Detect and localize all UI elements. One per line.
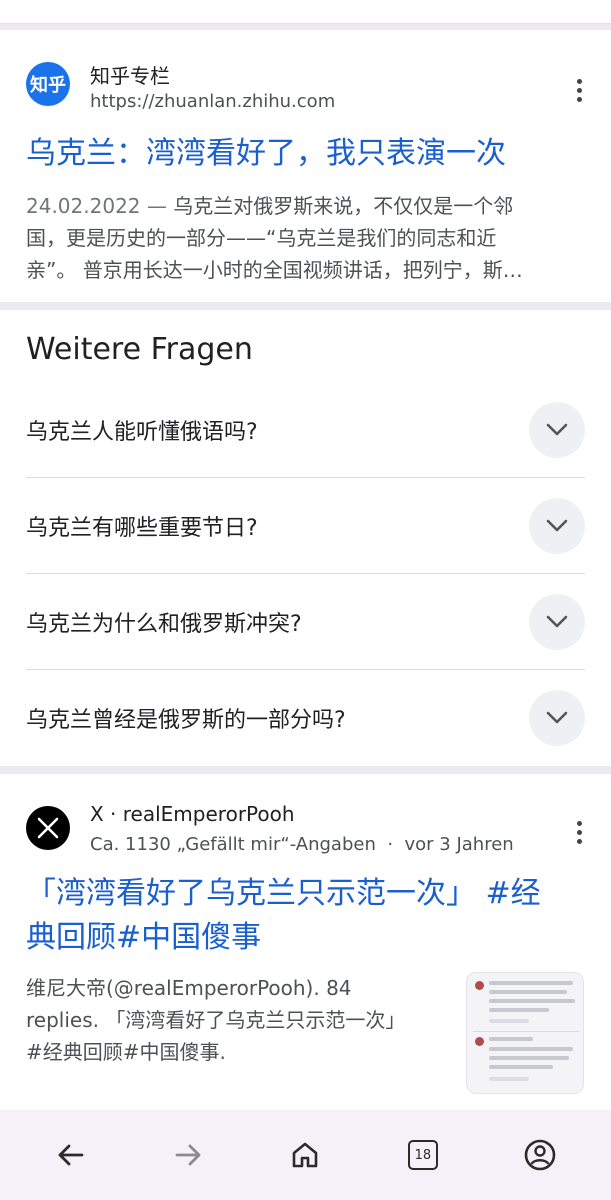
paa-question-text: 乌克兰曾经是俄罗斯的一部分吗?: [26, 708, 346, 733]
back-arrow-icon: [58, 1144, 84, 1166]
account-button[interactable]: [510, 1125, 570, 1185]
paa-question-text: 乌克兰有哪些重要节日?: [26, 516, 258, 541]
title-line-2: 典回顾#中国傻事: [26, 920, 262, 955]
paa-question-2[interactable]: 乌克兰有哪些重要节日?: [0, 478, 611, 574]
result-source-name: X · realEmperorPooh: [90, 802, 295, 826]
snippet-line-2: replies. 「湾湾看好了乌克兰只示范一次」: [26, 1008, 406, 1032]
forward-arrow-icon: [175, 1144, 201, 1166]
section-separator: [0, 766, 611, 774]
result-title-link[interactable]: 乌克兰：湾湾看好了，我只表演一次: [26, 132, 506, 176]
snippet-separator: —: [140, 194, 174, 218]
snippet-line-3: #经典回顾#中国傻事.: [26, 1040, 226, 1064]
result-url[interactable]: https://zhuanlan.zhihu.com: [90, 91, 335, 112]
paa-question-1[interactable]: 乌克兰人能听懂俄语吗?: [0, 382, 611, 478]
snippet-date: 24.02.2022: [26, 194, 141, 218]
result-source-name: 知乎专栏: [90, 64, 170, 88]
title-line-1: 「湾湾看好了乌克兰只示范一次」 #经: [26, 876, 541, 911]
chevron-down-icon: [546, 423, 568, 436]
paa-question-3[interactable]: 乌克兰为什么和俄罗斯冲突?: [0, 574, 611, 670]
zhihu-logo-icon: 知乎: [26, 62, 70, 106]
expand-button[interactable]: [529, 690, 585, 746]
result-title-link[interactable]: 「湾湾看好了乌克兰只示范一次」 #经 典回顾#中国傻事: [26, 872, 586, 960]
people-also-ask-heading: Weitere Fragen: [26, 332, 253, 367]
section-separator: [0, 302, 611, 310]
expand-button[interactable]: [529, 402, 585, 458]
back-button[interactable]: [41, 1125, 101, 1185]
snippet-line-1: 维尼大帝(@realEmperorPooh). 84: [26, 976, 352, 1000]
bottom-navigation-bar: 18: [0, 1110, 611, 1200]
zhihu-logo-text: 知乎: [30, 75, 66, 96]
forward-button[interactable]: [158, 1125, 218, 1185]
more-vert-icon[interactable]: [569, 76, 589, 104]
paa-question-4[interactable]: 乌克兰曾经是俄罗斯的一部分吗?: [0, 670, 611, 766]
chevron-down-icon: [546, 519, 568, 532]
result-meta: Ca. 1130 „Gefällt mir“-Angaben · vor 3 J…: [90, 834, 514, 855]
home-icon: [293, 1142, 318, 1168]
more-vert-icon[interactable]: [569, 818, 589, 846]
tabs-icon: 18: [407, 1140, 438, 1170]
expand-button[interactable]: [529, 498, 585, 554]
chevron-down-icon: [546, 615, 568, 628]
tabs-button[interactable]: 18: [393, 1125, 453, 1185]
paa-question-text: 乌克兰人能听懂俄语吗?: [26, 420, 258, 445]
paa-question-text: 乌克兰为什么和俄罗斯冲突?: [26, 612, 302, 637]
result-snippet: 24.02.2022 — 乌克兰对俄罗斯来说，不仅仅是一个邻 国，更是历史的一部…: [26, 190, 566, 286]
snippet-text-1: 乌克兰对俄罗斯来说，不仅仅是一个邻: [173, 194, 514, 218]
result-snippet: 维尼大帝(@realEmperorPooh). 84 replies. 「湾湾看…: [26, 972, 456, 1068]
x-logo-icon: [26, 806, 70, 850]
top-card-edge: [0, 0, 611, 24]
snippet-line-3: 亲”。 普京用长达一小时的全国视频讲话，把列宁，斯…: [26, 258, 523, 282]
result-thumbnail[interactable]: [466, 972, 584, 1094]
account-icon: [524, 1139, 556, 1171]
home-button[interactable]: [275, 1125, 335, 1185]
chevron-down-icon: [546, 711, 568, 724]
snippet-line-1: 24.02.2022 — 乌克兰对俄罗斯来说，不仅仅是一个邻: [26, 190, 566, 222]
expand-button[interactable]: [529, 594, 585, 650]
snippet-line-2: 国，更是历史的一部分——“乌克兰是我们的同志和近: [26, 226, 497, 250]
